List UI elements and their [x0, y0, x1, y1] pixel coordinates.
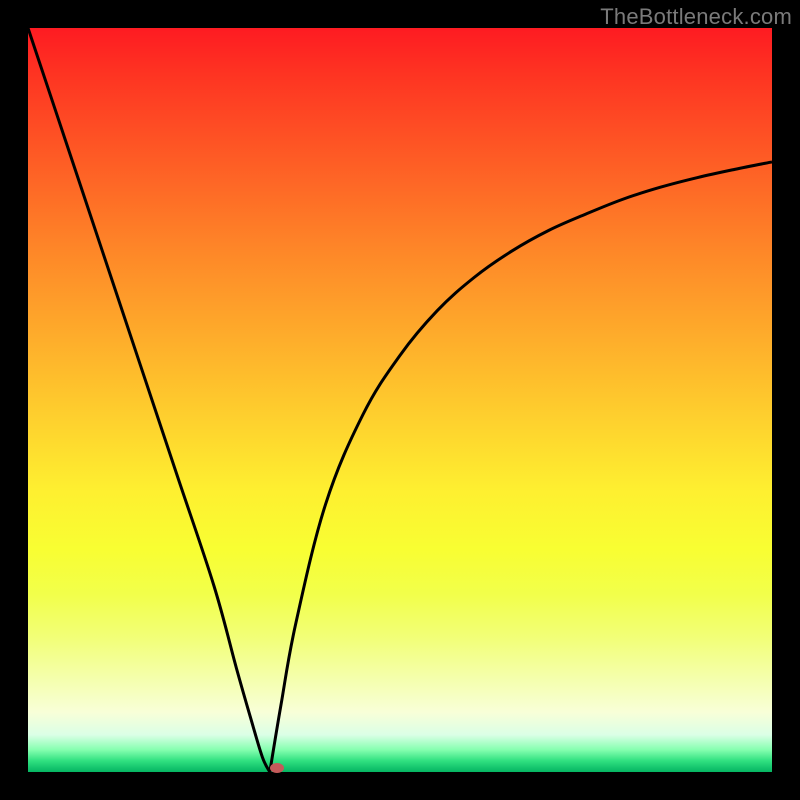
curve-left-branch [28, 28, 270, 772]
plot-area [28, 28, 772, 772]
curve-right-branch [270, 162, 772, 772]
watermark-text: TheBottleneck.com [600, 4, 792, 30]
bottleneck-marker-icon [270, 763, 284, 773]
curve-svg [28, 28, 772, 772]
chart-container: TheBottleneck.com [0, 0, 800, 800]
